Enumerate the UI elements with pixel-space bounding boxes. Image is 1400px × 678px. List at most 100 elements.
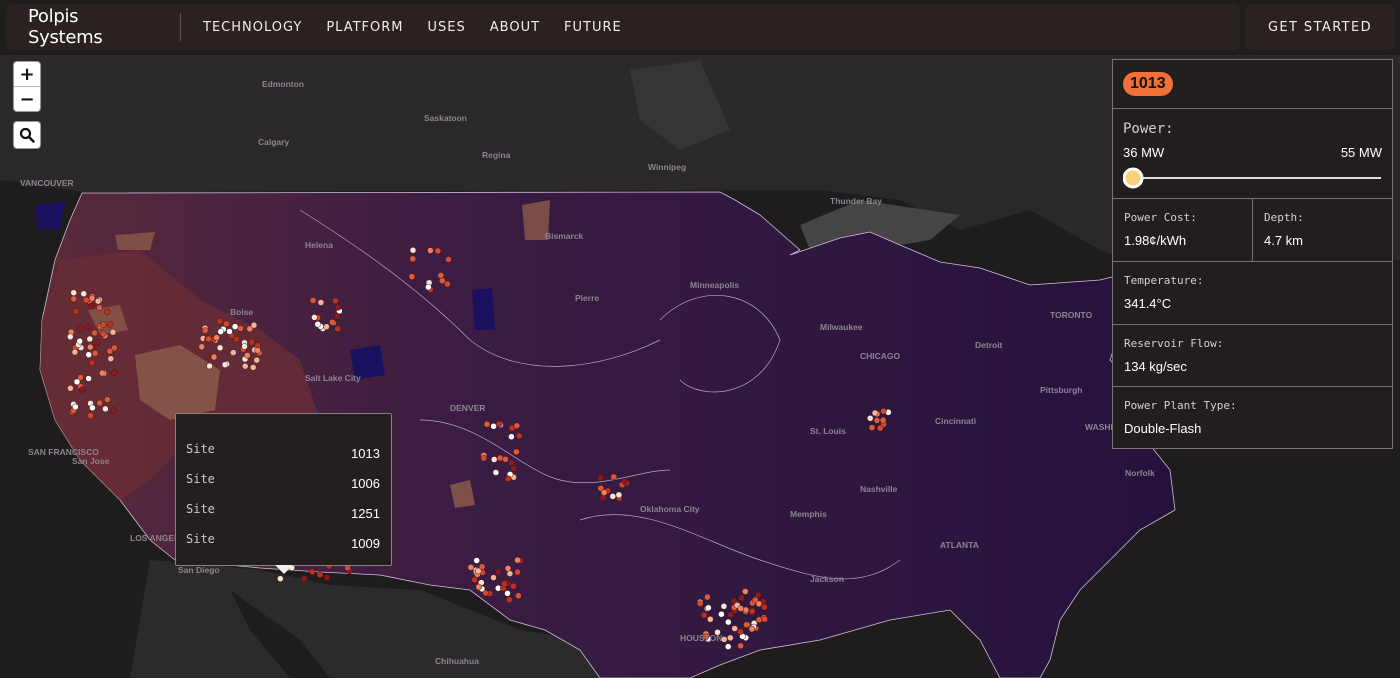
site-marker[interactable]: [761, 615, 768, 623]
site-marker[interactable]: [72, 308, 80, 315]
site-marker[interactable]: [104, 396, 111, 403]
site-marker[interactable]: [482, 589, 489, 597]
site-marker[interactable]: [204, 353, 211, 360]
site-marker[interactable]: [334, 325, 341, 332]
site-marker[interactable]: [244, 352, 251, 359]
site-marker[interactable]: [94, 297, 102, 305]
site-marker[interactable]: [216, 344, 224, 352]
site-marker[interactable]: [731, 625, 738, 632]
site-marker[interactable]: [737, 642, 744, 650]
site-marker[interactable]: [494, 568, 502, 576]
site-marker[interactable]: [67, 333, 74, 341]
site-marker[interactable]: [705, 604, 712, 612]
site-marker[interactable]: [88, 295, 96, 302]
site-marker[interactable]: [89, 404, 96, 412]
site-marker[interactable]: [316, 571, 324, 579]
site-marker[interactable]: [737, 628, 744, 635]
site-marker[interactable]: [71, 348, 79, 356]
site-marker[interactable]: [210, 353, 218, 361]
site-marker[interactable]: [314, 321, 322, 328]
site-marker[interactable]: [490, 423, 497, 430]
site-marker[interactable]: [201, 327, 209, 334]
site-marker[interactable]: [475, 583, 483, 591]
site-marker[interactable]: [510, 582, 517, 590]
site-marker[interactable]: [868, 424, 876, 431]
site-marker[interactable]: [704, 593, 711, 601]
site-marker[interactable]: [323, 323, 330, 330]
site-marker[interactable]: [471, 576, 478, 584]
site-marker[interactable]: [237, 325, 244, 332]
site-marker[interactable]: [409, 246, 417, 254]
site-marker[interactable]: [87, 303, 95, 310]
tooltip-row[interactable]: Site 1013: [186, 442, 380, 462]
site-marker[interactable]: [91, 350, 99, 357]
site-marker[interactable]: [738, 594, 745, 602]
site-marker[interactable]: [514, 568, 521, 576]
site-marker[interactable]: [437, 272, 445, 279]
site-marker[interactable]: [490, 574, 497, 581]
site-marker[interactable]: [231, 323, 239, 330]
tooltip-row[interactable]: Site 1009: [186, 532, 380, 552]
site-marker[interactable]: [311, 314, 318, 321]
site-marker[interactable]: [221, 361, 229, 368]
site-marker[interactable]: [408, 273, 416, 280]
site-marker[interactable]: [439, 277, 446, 284]
site-marker[interactable]: [502, 456, 509, 463]
site-marker[interactable]: [727, 634, 734, 642]
site-marker[interactable]: [323, 574, 331, 581]
site-marker[interactable]: [621, 478, 628, 485]
site-marker[interactable]: [217, 328, 224, 335]
site-marker[interactable]: [110, 407, 117, 414]
site-marker[interactable]: [513, 448, 520, 456]
site-marker[interactable]: [720, 603, 728, 610]
site-marker[interactable]: [480, 454, 488, 462]
site-marker[interactable]: [725, 618, 732, 626]
site-marker[interactable]: [866, 415, 874, 422]
site-marker[interactable]: [718, 610, 725, 618]
site-marker[interactable]: [334, 312, 341, 320]
site-marker[interactable]: [473, 557, 480, 564]
site-marker[interactable]: [248, 338, 256, 346]
site-marker[interactable]: [301, 575, 308, 582]
zoom-in-button[interactable]: +: [14, 62, 40, 86]
site-marker[interactable]: [510, 465, 518, 472]
site-marker[interactable]: [508, 433, 515, 440]
site-marker[interactable]: [700, 611, 708, 619]
site-marker[interactable]: [504, 565, 512, 572]
nav-platform[interactable]: PLATFORM: [326, 20, 403, 35]
site-marker[interactable]: [871, 409, 879, 417]
brand-logo[interactable]: Polpis Systems: [6, 6, 156, 48]
site-marker[interactable]: [504, 590, 511, 597]
site-marker[interactable]: [72, 403, 79, 411]
site-marker[interactable]: [724, 643, 732, 650]
tooltip-row[interactable]: Site 1006: [186, 472, 380, 492]
site-marker[interactable]: [434, 247, 442, 255]
site-marker[interactable]: [213, 334, 220, 341]
nav-technology[interactable]: TECHNOLOGY: [203, 20, 302, 35]
site-marker[interactable]: [516, 432, 523, 440]
site-marker[interactable]: [87, 343, 94, 351]
site-marker[interactable]: [879, 417, 887, 424]
nav-future[interactable]: FUTURE: [564, 20, 622, 35]
site-marker[interactable]: [873, 417, 881, 424]
site-marker[interactable]: [508, 424, 516, 432]
site-marker[interactable]: [490, 456, 498, 463]
site-marker[interactable]: [508, 459, 515, 467]
site-marker[interactable]: [109, 328, 117, 336]
site-marker[interactable]: [67, 385, 74, 392]
site-marker[interactable]: [93, 338, 101, 346]
site-marker[interactable]: [205, 335, 212, 343]
site-marker[interactable]: [496, 454, 504, 462]
site-marker[interactable]: [743, 621, 750, 629]
site-marker[interactable]: [610, 473, 618, 481]
site-marker[interactable]: [107, 355, 115, 362]
site-marker[interactable]: [85, 375, 92, 382]
site-marker[interactable]: [76, 337, 83, 345]
site-marker[interactable]: [104, 308, 111, 316]
site-marker[interactable]: [230, 349, 237, 356]
site-marker[interactable]: [250, 321, 258, 329]
site-marker[interactable]: [496, 420, 503, 428]
site-marker[interactable]: [492, 469, 500, 476]
site-marker[interactable]: [99, 369, 106, 377]
site-marker[interactable]: [80, 290, 87, 298]
